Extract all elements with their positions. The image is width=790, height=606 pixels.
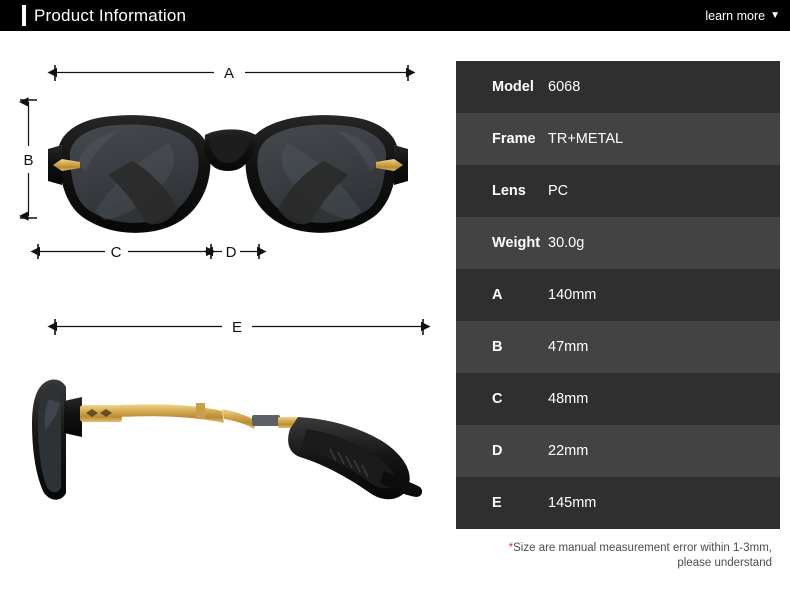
table-row: A 140mm [456,269,780,321]
spec-value: 48mm [548,391,589,407]
spec-key: E [492,495,502,511]
measurement-disclaimer: *Size are manual measurement error withi… [456,541,780,571]
chevron-down-icon: ▼ [770,10,780,21]
specification-table: Model 6068 Frame TR+METAL Lens PC Weight… [456,61,780,529]
spec-value: 30.0g [548,235,585,251]
table-row: Frame TR+METAL [456,113,780,165]
table-row: B 47mm [456,321,780,373]
table-row: D 22mm [456,425,780,477]
table-row: Model 6068 [456,61,780,113]
dimension-line-D: D [203,244,267,261]
dimension-line-A: A [47,65,416,82]
spec-value: 22mm [548,443,589,459]
product-information-page: Product Information learn more ▼ A B C D… [0,0,790,606]
spec-key: A [492,287,503,303]
table-row: C 48mm [456,373,780,425]
spec-key: D [492,443,503,459]
spec-value: TR+METAL [548,131,624,147]
spec-key: B [492,339,503,355]
spec-key: Model [492,79,534,95]
table-row: Lens PC [456,165,780,217]
spec-value: PC [548,183,569,199]
dimension-label-A: A [224,65,234,82]
page-title: Product Information [34,6,187,25]
dimension-line-C: C [30,244,216,261]
disclaimer-line-2: please understand [677,557,772,569]
learn-more-button[interactable]: learn more ▼ [705,8,780,24]
spec-value: 47mm [548,339,589,355]
spec-key: Frame [492,131,536,147]
learn-more-label: learn more [705,9,766,23]
spec-value: 6068 [548,79,581,95]
disclaimer-line-1: Size are manual measurement error within… [513,542,772,554]
dimension-line-E: E [47,319,431,336]
page-header: Product Information learn more ▼ [0,0,790,31]
table-row: Weight 30.0g [456,217,780,269]
dimension-line-B: B [18,97,37,221]
header-accent-bar [22,5,26,26]
dimension-callouts: A B C D E [18,65,431,336]
dimension-label-E: E [232,319,242,336]
table-row: E 145mm [456,477,780,529]
dimension-label-B: B [23,152,33,169]
spec-value: 140mm [548,287,597,303]
dimension-label-D: D [226,244,237,261]
spec-key: Weight [492,235,541,251]
spec-value: 145mm [548,495,597,511]
dimension-label-C: C [111,244,122,261]
product-illustration-panel: A B C D E [0,31,456,606]
spec-key: Lens [492,183,526,199]
spec-key: C [492,391,503,407]
